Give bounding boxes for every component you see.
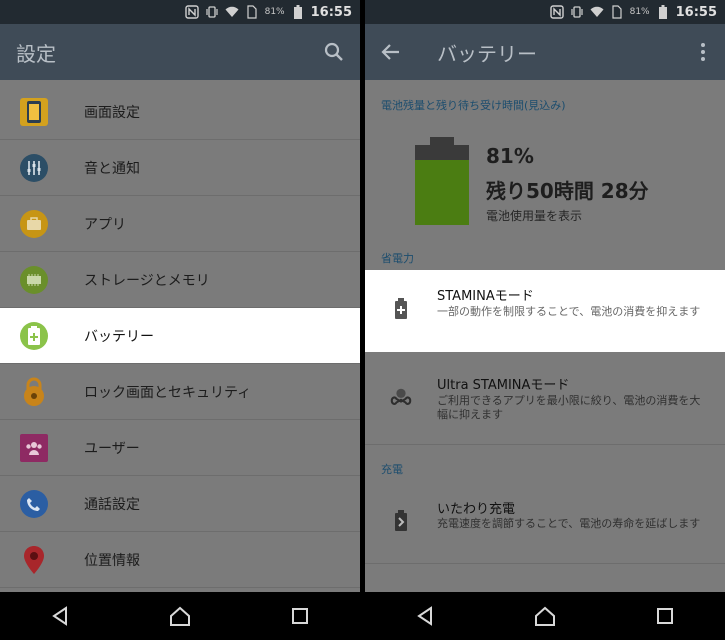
- settings-item-label: 画面設定: [84, 104, 140, 121]
- settings-item-users[interactable]: ユーザー: [0, 420, 360, 476]
- display-icon: [20, 98, 48, 126]
- users-icon: [20, 434, 48, 462]
- stamina-title: STAMINAモード: [437, 289, 534, 304]
- battery-status-icon: [291, 5, 305, 19]
- phone-icon: [20, 490, 48, 518]
- power-saving-header: 省電力: [381, 252, 414, 265]
- settings-item-apps[interactable]: アプリ: [0, 196, 360, 252]
- battery-icon: [20, 322, 48, 350]
- settings-item-location[interactable]: 位置情報: [0, 532, 360, 588]
- battery-status-icon: [656, 5, 670, 19]
- sim-icon: [610, 5, 624, 19]
- stamina-mode-item[interactable]: STAMINAモード 一部の動作を制限することで、電池の消費を抑えます: [365, 270, 725, 352]
- battery-content: 電池残量と残り待ち受け時間(見込み) 81% 残り50時間 28分 電池使用量を…: [365, 80, 725, 592]
- navigation-bar: [0, 592, 360, 640]
- settings-item-label: 位置情報: [84, 552, 140, 569]
- app-bar: 設定: [0, 24, 360, 80]
- ultra-stamina-subtitle: ご利用できるアプリを最小限に絞り、電池の消費を大幅に抑えます: [437, 394, 701, 421]
- section-divider: [365, 444, 725, 445]
- settings-item-call[interactable]: 通話設定: [0, 476, 360, 532]
- battery-level-graphic: [415, 137, 469, 225]
- page-title: 設定: [16, 41, 56, 66]
- search-icon[interactable]: [322, 40, 346, 64]
- page-title: バッテリー: [437, 41, 537, 66]
- remaining-time: 残り50時間 28分: [486, 179, 649, 203]
- battery-percent: 81%: [264, 7, 285, 17]
- apps-icon: [20, 210, 48, 238]
- recents-nav-icon[interactable]: [645, 596, 685, 636]
- stamina-icon: [389, 297, 413, 321]
- stamina-subtitle: 一部の動作を制限することで、電池の消費を抑えます: [437, 305, 701, 318]
- nfc-icon: [549, 5, 564, 19]
- battery-percentage: 81%: [486, 144, 534, 168]
- storage-icon: [20, 266, 48, 294]
- settings-item-label: バッテリー: [84, 328, 154, 345]
- sound-icon: [20, 154, 48, 182]
- care-charging-icon: [389, 509, 413, 533]
- home-nav-icon[interactable]: [160, 596, 200, 636]
- back-arrow-icon[interactable]: [379, 40, 403, 64]
- settings-item-sound[interactable]: 音と通知: [0, 140, 360, 196]
- nfc-icon: [184, 5, 199, 19]
- status-bar: 81% 16:55: [0, 0, 360, 24]
- back-nav-icon[interactable]: [405, 596, 445, 636]
- care-charging-subtitle: 充電速度を調節することで、電池の寿命を延ばします: [437, 517, 701, 530]
- recents-nav-icon[interactable]: [280, 596, 320, 636]
- clock: 16:55: [310, 4, 352, 20]
- battery-percent: 81%: [629, 7, 650, 17]
- location-icon: [20, 546, 48, 574]
- settings-item-label: 音と通知: [84, 160, 140, 177]
- ultra-stamina-mode-item[interactable]: Ultra STAMINAモード ご利用できるアプリを最小限に絞り、電池の消費を…: [365, 352, 725, 444]
- settings-item-battery[interactable]: バッテリー: [0, 308, 360, 364]
- battery-screen: 81% 16:55 バッテリー 電池残量と残り待ち受け時間(見込み) 81% 残…: [365, 0, 725, 640]
- wifi-icon: [225, 5, 239, 19]
- battery-level-fill: [415, 160, 469, 225]
- settings-item-label: アプリ: [84, 216, 126, 233]
- wifi-icon: [590, 5, 604, 19]
- lock-icon: [20, 377, 48, 406]
- battery-section-header: 電池残量と残り待ち受け時間(見込み): [381, 99, 566, 112]
- section-divider: [365, 563, 725, 564]
- settings-item-label: 通話設定: [84, 496, 140, 513]
- care-charging-title: いたわり充電: [437, 502, 516, 517]
- app-bar: バッテリー: [365, 24, 725, 80]
- settings-list: 画面設定 音と通知 アプリ ストレージとメモリ バッテリー ロック画面とセキュリ…: [0, 84, 360, 588]
- sim-icon: [245, 5, 259, 19]
- more-options-icon[interactable]: [691, 40, 715, 64]
- navigation-bar: [365, 592, 725, 640]
- settings-item-lock[interactable]: ロック画面とセキュリティ: [0, 364, 360, 420]
- settings-screen: 81% 16:55 設定 画面設定 音と通知 アプリ ストレージとメモリ バッテ…: [0, 0, 360, 640]
- settings-item-label: ストレージとメモリ: [84, 272, 210, 289]
- vibrate-icon: [205, 5, 219, 19]
- ultra-stamina-icon: [389, 385, 413, 409]
- vibrate-icon: [570, 5, 584, 19]
- ultra-stamina-title: Ultra STAMINAモード: [437, 378, 570, 393]
- settings-item-label: ロック画面とセキュリティ: [84, 384, 252, 401]
- back-nav-icon[interactable]: [40, 596, 80, 636]
- charging-header: 充電: [381, 463, 403, 476]
- clock: 16:55: [675, 4, 717, 20]
- care-charging-item[interactable]: いたわり充電 充電速度を調節することで、電池の寿命を延ばします: [365, 480, 725, 562]
- status-bar: 81% 16:55: [365, 0, 725, 24]
- home-nav-icon[interactable]: [525, 596, 565, 636]
- settings-item-label: ユーザー: [84, 440, 140, 457]
- battery-usage-link[interactable]: 電池使用量を表示: [486, 207, 582, 224]
- settings-item-display[interactable]: 画面設定: [0, 84, 360, 140]
- settings-item-storage[interactable]: ストレージとメモリ: [0, 252, 360, 308]
